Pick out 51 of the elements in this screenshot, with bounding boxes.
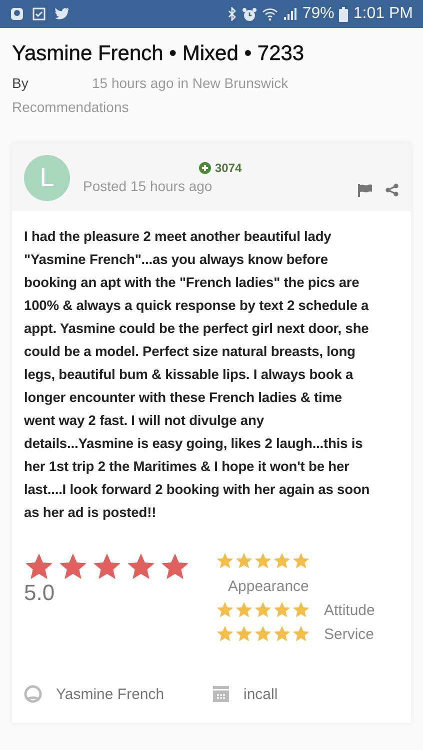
wifi-icon	[262, 7, 278, 21]
plus-icon	[199, 162, 211, 174]
category-link[interactable]: Recommendations	[12, 99, 411, 115]
star-icon	[292, 601, 310, 619]
star-icon	[254, 601, 272, 619]
flag-icon	[357, 183, 373, 197]
notification-icon	[10, 7, 24, 21]
points-count: 3074	[215, 161, 242, 175]
bird-icon	[54, 7, 70, 21]
rating-label: Attitude	[324, 602, 375, 618]
by-label: By	[12, 75, 30, 91]
post-title: Yasmine French • Mixed • 7233	[12, 42, 306, 66]
detail-text: incall	[244, 686, 278, 702]
posted-time: Posted 15 hours ago	[83, 178, 214, 194]
overall-score: 5.0	[24, 580, 56, 606]
star-icon	[216, 625, 234, 643]
star-icon	[254, 552, 272, 570]
star-icon	[58, 552, 88, 582]
detail-text: Yasmine French	[56, 686, 164, 702]
star-icon	[216, 552, 234, 570]
clock-time: 1:01 PM	[353, 5, 413, 23]
star-icon	[273, 601, 291, 619]
alarm-icon	[242, 6, 258, 22]
bluetooth-icon	[227, 7, 238, 21]
star-icon	[92, 552, 122, 582]
star-icon	[292, 625, 310, 643]
signal-icon	[283, 7, 298, 21]
star-icon	[24, 552, 54, 582]
battery-percent: 79%	[302, 5, 334, 23]
share-button[interactable]	[385, 183, 399, 197]
flag-button[interactable]	[357, 183, 373, 197]
star-icon	[254, 625, 272, 643]
star-icon	[273, 552, 291, 570]
star-icon	[235, 625, 253, 643]
star-icon	[235, 552, 253, 570]
avatar: L	[24, 154, 70, 200]
star-icon	[126, 552, 156, 582]
person-icon	[24, 685, 42, 703]
review-text: I had the pleasure 2 meet another beautiful lady "Yasmine French"...as you always know before booking an apt with the "French ladies" the pics are 100% & always a quick response by text 2 schedule a appt. Yasmine could be the perfect girl next door, she could be a model. Perfect size natural breasts, long legs, beautiful bum & kissable lips. I always book a longer encounter with these French ladies & time went way 2 fast. I will not divulge any details...Yasmine is easy going, likes 2 laugh...this is her 1st trip 2 the Maritimes & I hope it won't be her last....I look forward 2 booking with her again as soon as her ad is posted!!	[24, 228, 371, 522]
battery-icon	[339, 6, 348, 22]
share-icon	[385, 183, 399, 197]
post-meta: 15 hours ago in New Brunswick	[92, 75, 288, 91]
star-icon	[216, 601, 234, 619]
calendar-icon	[212, 685, 230, 703]
star-icon	[292, 552, 310, 570]
rating-label: Service	[324, 626, 374, 642]
star-icon	[235, 601, 253, 619]
star-icon	[160, 552, 190, 582]
star-icon	[273, 625, 291, 643]
checklist-icon	[32, 7, 46, 21]
rating-label: Appearance	[228, 578, 309, 595]
